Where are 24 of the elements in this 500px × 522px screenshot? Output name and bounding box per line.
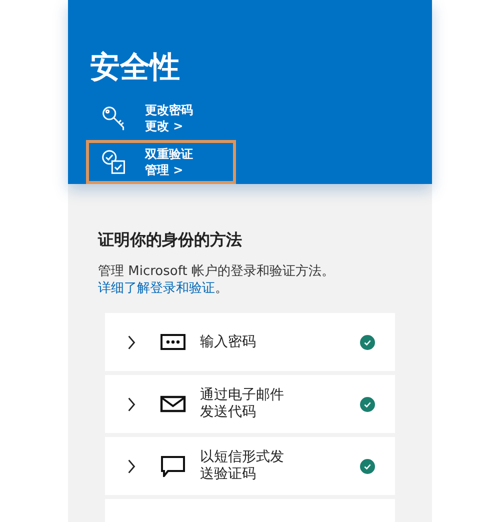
method-label: 通过电子邮件发送代码 xyxy=(200,387,285,421)
key-icon xyxy=(101,105,127,131)
section-description: 管理 Microsoft 帐户的登录和验证方法。 详细了解登录和验证。 xyxy=(98,263,336,297)
method-card[interactable]: 通过电子邮件发送代码 xyxy=(105,375,395,433)
option-title: 双重验证 xyxy=(145,146,193,162)
method-card[interactable]: 输入密码 xyxy=(105,313,395,371)
method-card[interactable]: 以短信形式发送验证码 xyxy=(105,437,395,495)
envelope-icon xyxy=(160,393,186,415)
chevron-icon xyxy=(127,396,136,412)
section-heading: 证明你的身份的方法 xyxy=(98,230,243,251)
page-title: 安全性 xyxy=(90,50,181,86)
chevron-icon xyxy=(127,458,136,474)
option-link[interactable]: 管理 > xyxy=(145,162,193,178)
chevron-icon xyxy=(127,334,136,350)
check-boxes-icon xyxy=(101,149,127,175)
password-dots-icon xyxy=(160,331,186,353)
method-label: 以短信形式发送验证码 xyxy=(200,449,285,483)
learn-more-link[interactable]: 详细了解登录和验证 xyxy=(98,281,215,296)
method-label: 输入密码 xyxy=(200,334,257,350)
option-title: 更改密码 xyxy=(145,102,193,118)
security-option[interactable]: 更改密码 更改 > xyxy=(86,96,236,140)
option-link[interactable]: 更改 > xyxy=(145,118,193,134)
chat-bubble-icon xyxy=(160,455,186,477)
security-option[interactable]: 双重验证 管理 > xyxy=(86,140,236,184)
